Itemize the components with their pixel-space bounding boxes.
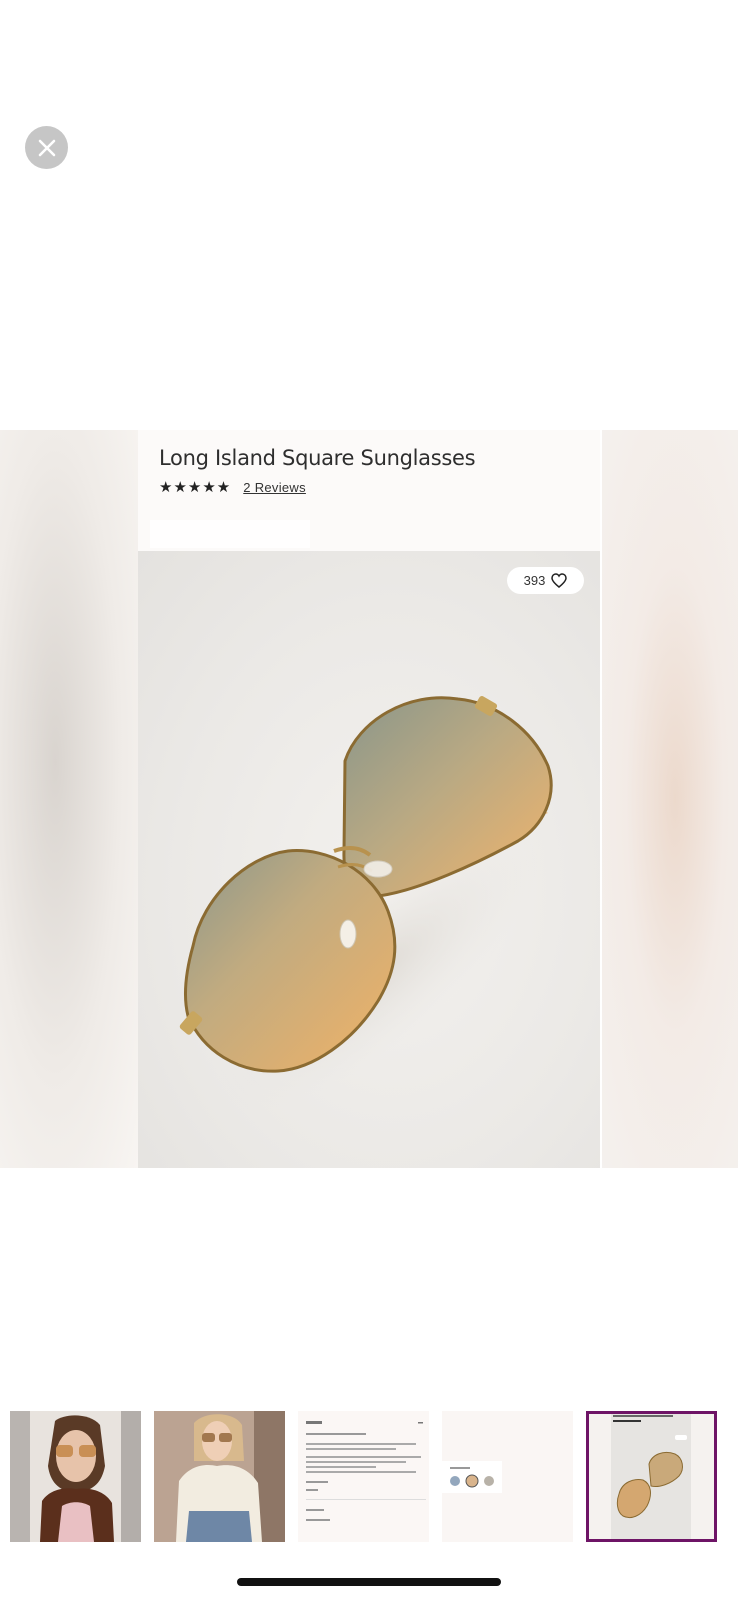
blurred-background-right bbox=[598, 430, 738, 1168]
details-preview bbox=[298, 1411, 429, 1542]
star-rating: ★★★★★ bbox=[159, 479, 232, 496]
thumbnail-strip bbox=[10, 1411, 717, 1542]
image-viewer[interactable]: Long Island Square Sunglasses ★★★★★ 2 Re… bbox=[0, 430, 738, 1168]
product-preview bbox=[589, 1414, 714, 1539]
sunglasses-image bbox=[179, 696, 553, 1111]
home-indicator bbox=[237, 1578, 501, 1586]
rating-row: ★★★★★ 2 Reviews bbox=[159, 478, 306, 496]
swatches-preview bbox=[442, 1411, 573, 1542]
like-count: 393 bbox=[523, 573, 546, 588]
thumbnail-model-white-blouse[interactable] bbox=[154, 1411, 285, 1542]
product-photo: 393 bbox=[138, 551, 600, 1168]
thumbnail-model-brown-jacket[interactable] bbox=[10, 1411, 141, 1542]
model-photo-1 bbox=[10, 1411, 141, 1542]
product-card: Long Island Square Sunglasses ★★★★★ 2 Re… bbox=[138, 430, 600, 1168]
model-photo-2 bbox=[154, 1411, 285, 1542]
blurred-background-left bbox=[0, 430, 138, 1168]
product-title: Long Island Square Sunglasses bbox=[159, 446, 476, 470]
like-button[interactable]: 393 bbox=[507, 567, 584, 594]
reviews-link[interactable]: 2 Reviews bbox=[243, 480, 306, 495]
close-icon bbox=[38, 139, 55, 156]
faded-price-area bbox=[150, 520, 310, 548]
thumbnail-details-screenshot[interactable] bbox=[298, 1411, 429, 1542]
thumbnail-color-swatches[interactable] bbox=[442, 1411, 573, 1542]
card-divider bbox=[600, 430, 602, 1168]
product-header: Long Island Square Sunglasses ★★★★★ 2 Re… bbox=[138, 430, 600, 551]
close-button[interactable] bbox=[25, 126, 68, 169]
thumbnail-product-sunglasses[interactable] bbox=[586, 1411, 717, 1542]
heart-icon bbox=[551, 573, 568, 588]
